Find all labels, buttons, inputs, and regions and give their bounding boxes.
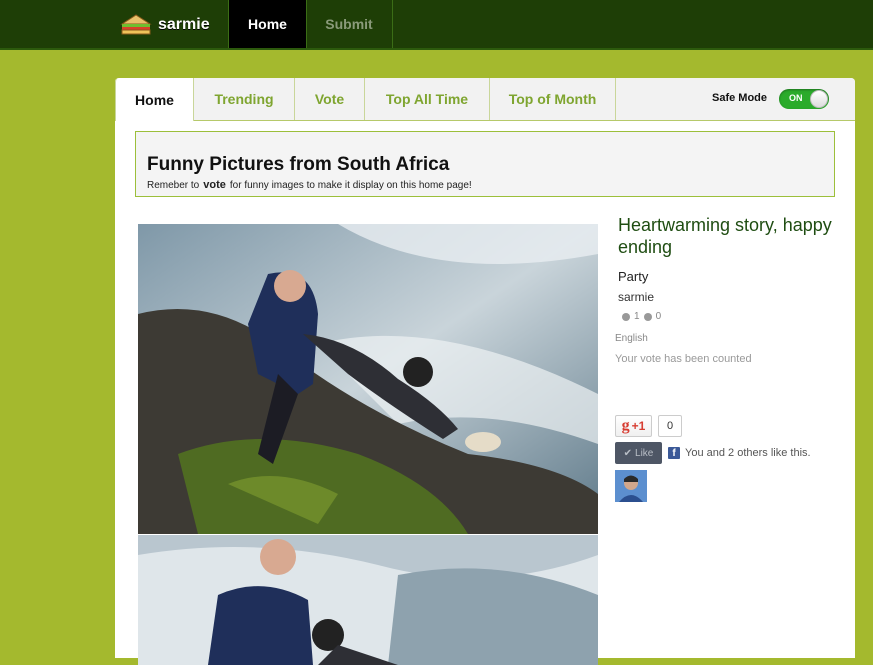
- dislike-count: 0: [655, 311, 662, 322]
- vote-status-message: Your vote has been counted: [615, 353, 752, 365]
- rescue-photo-second: [138, 535, 598, 665]
- tab-top-all-time[interactable]: Top All Time: [365, 78, 490, 120]
- tab-top-of-month[interactable]: Top of Month: [490, 78, 616, 120]
- tab-bar: Home Trending Vote Top All Time Top of M…: [115, 78, 855, 121]
- post-title[interactable]: Heartwarming story, happy ending: [618, 214, 843, 258]
- google-plus-button[interactable]: g +1: [615, 415, 652, 437]
- sandwich-icon: [120, 14, 152, 35]
- toggle-state-text: ON: [789, 93, 803, 103]
- post-image[interactable]: [138, 224, 598, 534]
- tab-home[interactable]: Home: [115, 78, 194, 121]
- facebook-like-text: You and 2 others like this.: [685, 447, 811, 459]
- post-author[interactable]: sarmie: [618, 290, 654, 304]
- google-plus-icon: g: [621, 417, 630, 434]
- safe-mode-label: Safe Mode: [712, 92, 768, 104]
- tab-vote[interactable]: Vote: [295, 78, 365, 120]
- smile-icon[interactable]: [622, 312, 630, 321]
- nav-home-link[interactable]: Home: [228, 0, 307, 48]
- tab-trending[interactable]: Trending: [194, 78, 295, 120]
- like-count: 1: [634, 311, 640, 322]
- post-image-second[interactable]: [138, 535, 598, 665]
- vote-link[interactable]: vote: [203, 179, 226, 191]
- frown-icon[interactable]: [643, 312, 652, 321]
- rescue-photo: [138, 224, 598, 534]
- vote-counts: 1 0: [620, 311, 661, 322]
- gplus-count: 0: [658, 415, 682, 437]
- post-language: English: [615, 333, 648, 344]
- page-banner: Funny Pictures from South Africa Remeber…: [135, 131, 835, 197]
- site-logo[interactable]: sarmie: [120, 12, 210, 38]
- facebook-icon: f: [668, 447, 680, 459]
- subtitle-post: for funny images to make it display on t…: [229, 180, 472, 191]
- gplus-label: +1: [631, 419, 646, 433]
- friend-avatar-image: [615, 470, 647, 502]
- main-panel: Home Trending Vote Top All Time Top of M…: [115, 78, 855, 665]
- top-navbar: sarmie Home Submit: [0, 0, 873, 50]
- fb-like-label: Like: [635, 447, 654, 459]
- checkmark-icon: ✔: [623, 447, 633, 459]
- logo-text: sarmie: [158, 16, 210, 33]
- post-category[interactable]: Party: [618, 269, 648, 284]
- facebook-like-button[interactable]: ✔ Like: [615, 442, 662, 464]
- nav-submit-link[interactable]: Submit: [306, 0, 393, 48]
- subtitle-pre: Remeber to: [147, 180, 200, 191]
- toggle-knob: [810, 90, 828, 108]
- banner-subtitle: Remeber to vote for funny images to make i…: [147, 179, 472, 191]
- avatar[interactable]: [615, 470, 647, 502]
- page-title: Funny Pictures from South Africa: [147, 154, 450, 175]
- safe-mode-toggle[interactable]: ON: [779, 89, 829, 109]
